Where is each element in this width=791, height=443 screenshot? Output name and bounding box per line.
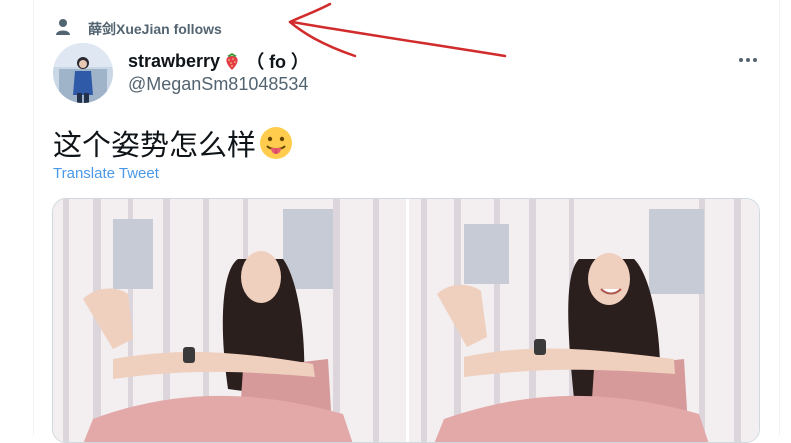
timeline-border-right xyxy=(779,0,780,435)
strawberry-emoji xyxy=(226,53,238,70)
more-dots-icon xyxy=(739,58,743,62)
author-display-name: strawberry xyxy=(128,50,221,71)
tongue-out-face-emoji xyxy=(260,127,293,159)
person-icon xyxy=(56,19,70,35)
author-name-row[interactable]: strawberry （ fo ） xyxy=(128,48,309,74)
social-context-text: 薛剑XueJian follows xyxy=(88,21,222,37)
tweet-text-content: 这个姿势怎么样 xyxy=(53,130,257,162)
author-name-suffix: （ fo ） xyxy=(246,52,310,72)
more-dot xyxy=(753,58,757,62)
tweet-photo-2[interactable] xyxy=(409,199,759,442)
tweet-media-grid xyxy=(52,198,760,443)
avatar[interactable] xyxy=(53,43,113,103)
author-handle[interactable]: @MeganSm81048534 xyxy=(128,74,308,95)
yoga-stretch-photo-smiling xyxy=(409,199,759,442)
tweet-photo-1[interactable] xyxy=(53,199,406,442)
social-context[interactable]: 薛剑XueJian follows xyxy=(54,16,222,38)
more-dot xyxy=(746,58,750,62)
avatar-photo xyxy=(53,43,113,103)
yoga-stretch-photo xyxy=(53,199,406,442)
more-options-button[interactable] xyxy=(734,50,762,70)
translate-tweet-link[interactable]: Translate Tweet xyxy=(53,165,159,182)
tweet-text: 这个姿势怎么样 xyxy=(53,122,294,164)
timeline-border-left xyxy=(33,0,34,435)
